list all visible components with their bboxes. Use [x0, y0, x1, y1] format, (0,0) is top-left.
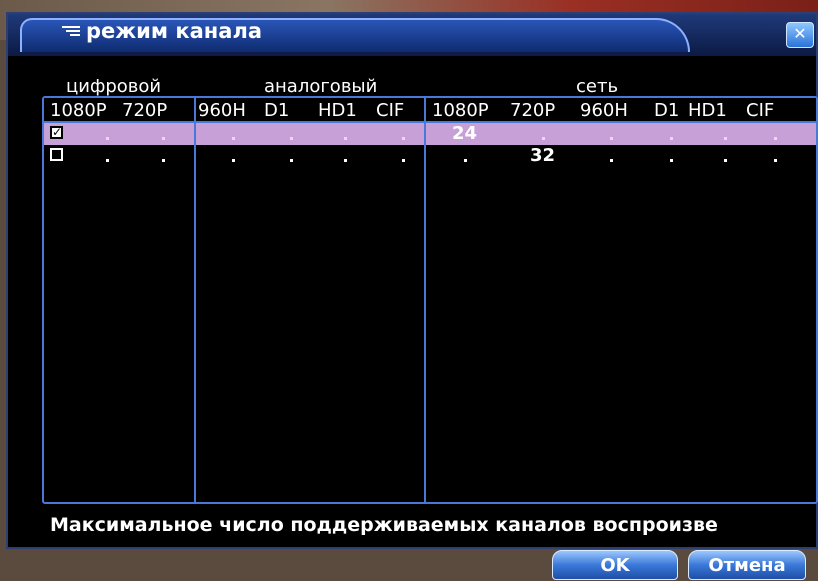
close-icon: ✕ [793, 24, 807, 43]
row-checkbox[interactable]: ✓ [50, 126, 63, 139]
network-720p-value: 32 [530, 145, 556, 166]
empty-cell-dot [610, 159, 613, 162]
col-header-digital-720p: 720P [122, 100, 168, 121]
max-channels-info: Максимальное число поддерживаемых канало… [50, 514, 718, 536]
empty-cell-dot [290, 159, 293, 162]
channel-table: 1080P 720P 960H D1 HD1 CIF 1080P 720P 96… [42, 96, 818, 504]
empty-cell-dot [724, 137, 727, 140]
col-header-network-hd1: HD1 [688, 100, 727, 121]
empty-cell-dot [106, 159, 109, 162]
empty-cell-dot [232, 159, 235, 162]
empty-cell-dot [402, 159, 405, 162]
col-header-network-d1: D1 [654, 100, 680, 121]
title-bar: режим канала ✕ [8, 14, 816, 56]
col-header-analog-d1: D1 [264, 100, 290, 121]
empty-cell-dot [290, 137, 293, 140]
close-button[interactable]: ✕ [786, 22, 814, 48]
col-header-analog-960h: 960H [198, 100, 246, 121]
empty-cell-dot [542, 137, 545, 140]
table-row[interactable]: ✓ 24 [44, 123, 816, 145]
col-header-network-960h: 960H [580, 100, 628, 121]
empty-cell-dot [344, 137, 347, 140]
network-720p-value: 24 [452, 123, 478, 144]
dialog-title: режим канала [86, 19, 263, 43]
group-label-network: сеть [576, 76, 619, 97]
empty-cell-dot [670, 159, 673, 162]
title-logo-icon [62, 26, 80, 36]
cancel-button[interactable]: Отмена [688, 550, 806, 580]
col-header-network-1080p: 1080P [432, 100, 489, 121]
ok-button[interactable]: OK [552, 550, 678, 580]
empty-cell-dot [670, 137, 673, 140]
empty-cell-dot [162, 137, 165, 140]
channel-mode-dialog: режим канала ✕ цифровой аналоговый сеть … [6, 12, 818, 580]
empty-cell-dot [162, 159, 165, 162]
empty-cell-dot [344, 159, 347, 162]
col-header-network-cif: CIF [746, 100, 775, 121]
empty-cell-dot [232, 137, 235, 140]
empty-cell-dot [610, 137, 613, 140]
col-header-digital-1080p: 1080P [50, 100, 107, 121]
empty-cell-dot [774, 137, 777, 140]
empty-cell-dot [106, 137, 109, 140]
col-header-analog-cif: CIF [376, 100, 405, 121]
col-header-analog-hd1: HD1 [318, 100, 357, 121]
content-panel: цифровой аналоговый сеть 1080P 720P 960H… [16, 56, 818, 580]
empty-cell-dot [402, 137, 405, 140]
table-row[interactable]: 32 [44, 145, 816, 167]
group-label-analog: аналоговый [264, 76, 378, 97]
column-group-divider [194, 98, 196, 502]
empty-cell-dot [774, 159, 777, 162]
row-checkbox[interactable] [50, 148, 63, 161]
group-label-digital: цифровой [66, 76, 162, 97]
empty-cell-dot [724, 159, 727, 162]
col-header-network-720p: 720P [510, 100, 556, 121]
column-group-divider [424, 98, 426, 502]
empty-cell-dot [464, 159, 467, 162]
